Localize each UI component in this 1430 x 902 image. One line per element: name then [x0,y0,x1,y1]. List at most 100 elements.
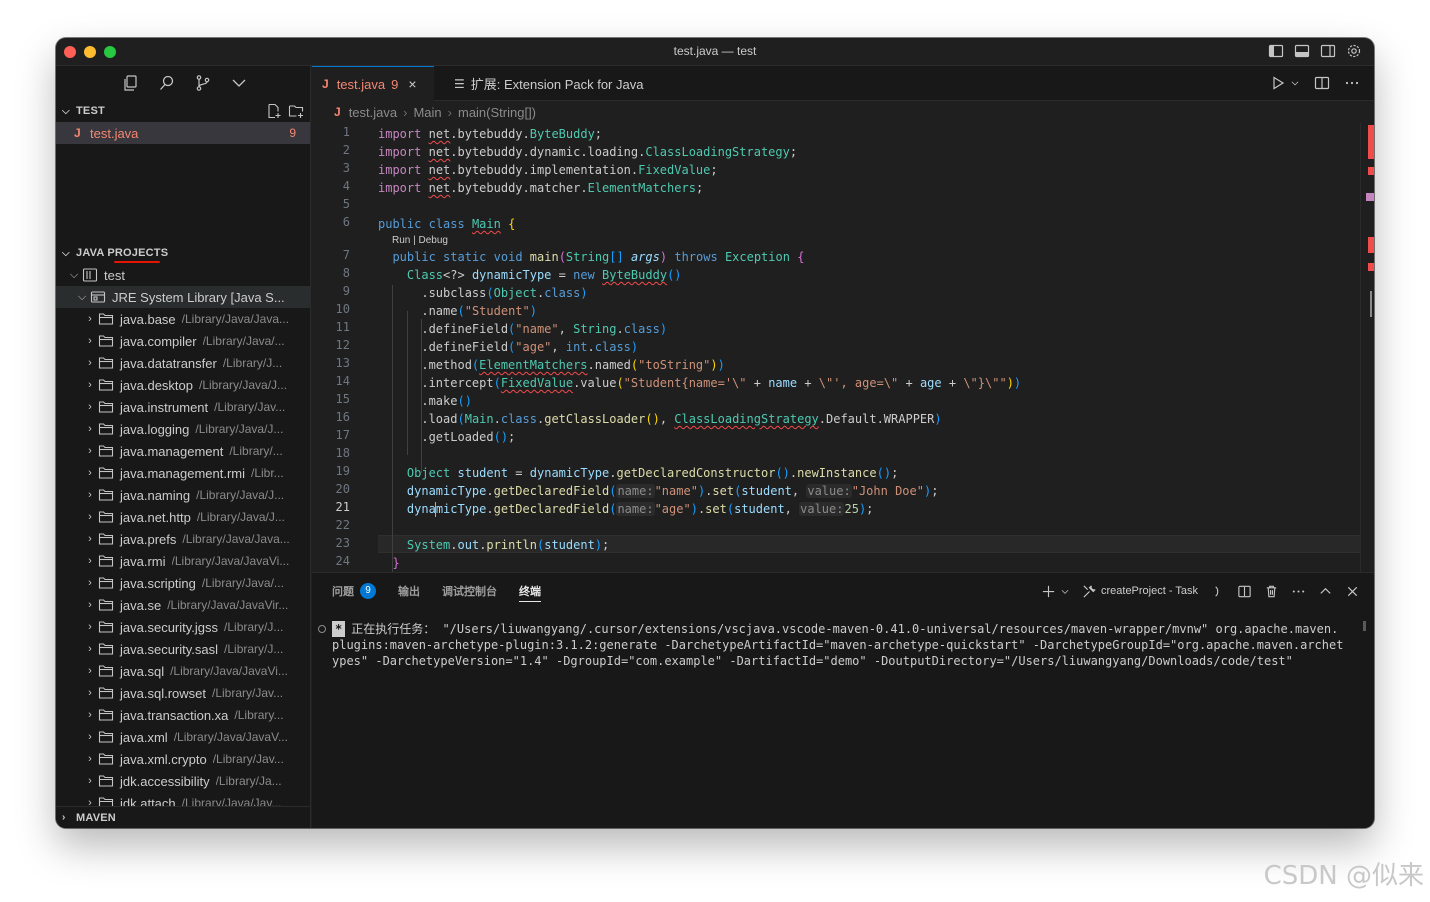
breadcrumb-item[interactable]: Main [413,105,441,120]
java-file-icon: J [322,77,329,91]
module-item[interactable]: › java.compiler/Library/Java/... [56,330,310,352]
tab-extension-pack[interactable]: ☰ 扩展: Extension Pack for Java [444,66,653,101]
module-item[interactable]: › java.management.rmi/Libr... [56,462,310,484]
module-item[interactable]: › java.xml/Library/Java/JavaV... [56,726,310,748]
close-icon[interactable]: × [408,76,416,92]
chevron-down-icon[interactable] [1290,75,1300,91]
close-icon[interactable] [1345,584,1360,599]
editor-scrollbar[interactable] [1360,123,1374,572]
section-header-java-projects[interactable]: ⌵ JAVA PROJECTS [56,242,310,264]
module-item[interactable]: › java.management/Library/... [56,440,310,462]
module-name: java.transaction.xa [120,707,229,723]
module-item[interactable]: › java.transaction.xa/Library... [56,704,310,726]
terminal-task-selector[interactable]: createProject - Task [1082,584,1198,599]
line-number: 14 [335,374,350,388]
new-file-icon[interactable] [266,103,282,119]
scroll-thumb[interactable] [1370,291,1372,317]
source-control-icon[interactable] [192,72,214,94]
module-item[interactable]: › java.desktop/Library/Java/J... [56,374,310,396]
line-number: 13 [335,356,350,370]
module-item[interactable]: › java.naming/Library/Java/J... [56,484,310,506]
terminal-shell-icon[interactable] [1210,584,1225,599]
toggle-panel-icon[interactable] [1294,43,1310,59]
chevron-down-icon[interactable] [1060,584,1070,599]
new-folder-icon[interactable] [288,103,304,119]
run-icon[interactable] [1270,75,1286,91]
terminal-output[interactable]: * 正在执行任务： "/Users/liuwangyang/.cursor/ext… [332,621,1344,669]
tab-problems[interactable]: 问题 9 [332,573,376,609]
module-item[interactable]: › java.scripting/Library/Java/... [56,572,310,594]
module-item[interactable]: › java.base/Library/Java/Java... [56,308,310,330]
section-title: MAVEN [76,811,116,824]
module-item[interactable]: › java.logging/Library/Java/J... [56,418,310,440]
chevron-right-icon: › [88,467,92,479]
module-item[interactable]: › java.datatransfer/Library/J... [56,352,310,374]
code-line-21: dynamicType.getDeclaredField(name:"age")… [406,502,874,517]
more-actions-icon[interactable] [1291,584,1306,599]
toggle-primary-sidebar-icon[interactable] [1268,43,1284,59]
search-icon[interactable] [156,72,178,94]
module-item[interactable]: › java.instrument/Library/Jav... [56,396,310,418]
module-path: /Library... [234,708,284,722]
terminal-scrollbar[interactable] [1363,621,1366,631]
module-item[interactable]: › java.se/Library/Java/JavaVir... [56,594,310,616]
module-path: /Library/Jav... [211,686,284,700]
chevron-right-icon: › [88,313,92,325]
module-name: java.rmi [120,553,166,569]
module-item[interactable]: › java.security.jgss/Library/J... [56,616,310,638]
tab-debug-console[interactable]: 调试控制台 [442,573,497,609]
chevron-up-icon[interactable] [1318,584,1333,599]
line-number: 11 [335,320,350,334]
codelens-run-debug[interactable]: Run | Debug [392,235,448,246]
module-item[interactable]: › java.prefs/Library/Java/Java... [56,528,310,550]
file-item-test-java[interactable]: J test.java 9 [56,122,310,144]
toggle-secondary-sidebar-icon[interactable] [1320,43,1336,59]
line-number: 20 [335,482,350,496]
breadcrumb-item[interactable]: main(String[]) [458,105,536,120]
line-number: 15 [335,392,350,406]
bottom-panel: 问题 9 输出 调试控制台 终端 createProject - Task * 正在… [312,572,1374,828]
chevron-right-icon: › [403,104,408,120]
project-item-test[interactable]: ⌵ test [56,264,310,286]
chevron-down-icon[interactable] [228,72,250,94]
tab-test-java[interactable]: J test.java 9 × [312,66,434,101]
code-editor[interactable]: 1 2 3 4 5 6 7 8 9 10 11 12 13 14 15 16 17 18 19 20 21 22 23 24 … [312,123,1360,572]
line-number: 3 [342,161,350,175]
tab-output[interactable]: 输出 [398,573,420,609]
code-line-11: .defineField("name", String.class) [378,322,668,336]
package-icon [98,355,116,371]
module-item[interactable]: › java.xml.crypto/Library/Jav... [56,748,310,770]
explorer-icon[interactable] [120,72,142,94]
module-item[interactable]: › java.security.sasl/Library/J... [56,638,310,660]
split-terminal-icon[interactable] [1237,584,1252,599]
line-number: 2 [342,143,350,157]
more-actions-icon[interactable] [1344,75,1360,91]
module-item[interactable]: › java.sql.rowset/Library/Jav... [56,682,310,704]
line-number: 18 [335,446,350,460]
module-name: jdk.accessibility [120,773,210,789]
split-editor-icon[interactable] [1314,75,1330,91]
chevron-right-icon: › [88,489,92,501]
tab-terminal[interactable]: 终端 [519,573,541,609]
module-path: /Library/Java/Java... [182,532,290,546]
module-item[interactable]: › java.net.http/Library/Java/J... [56,506,310,528]
terminal-status-icon [318,625,326,633]
add-terminal-icon[interactable] [1041,584,1056,599]
trash-icon[interactable] [1264,584,1279,599]
module-item[interactable]: › java.sql/Library/Java/JavaVi... [56,660,310,682]
module-item[interactable]: › jdk.accessibility/Library/Ja... [56,770,310,792]
module-item[interactable]: › java.rmi/Library/Java/JavaVi... [56,550,310,572]
library-icon [90,289,108,305]
error-marker [1368,125,1374,159]
breadcrumb-item[interactable]: test.java [349,105,397,120]
tab-label: 问题 [332,586,354,598]
module-path: /Library/Jav... [214,400,286,414]
settings-gear-icon[interactable] [1346,43,1362,59]
line-number: 5 [342,197,350,211]
package-icon [98,707,116,723]
jre-library-item[interactable]: ⌵ JRE System Library [Java S... [56,286,310,308]
section-header-test[interactable]: ⌵ TEST [56,100,310,122]
line-number: 19 [335,464,350,478]
section-header-maven[interactable]: › MAVEN [56,806,310,828]
line-number: 9 [342,284,350,298]
